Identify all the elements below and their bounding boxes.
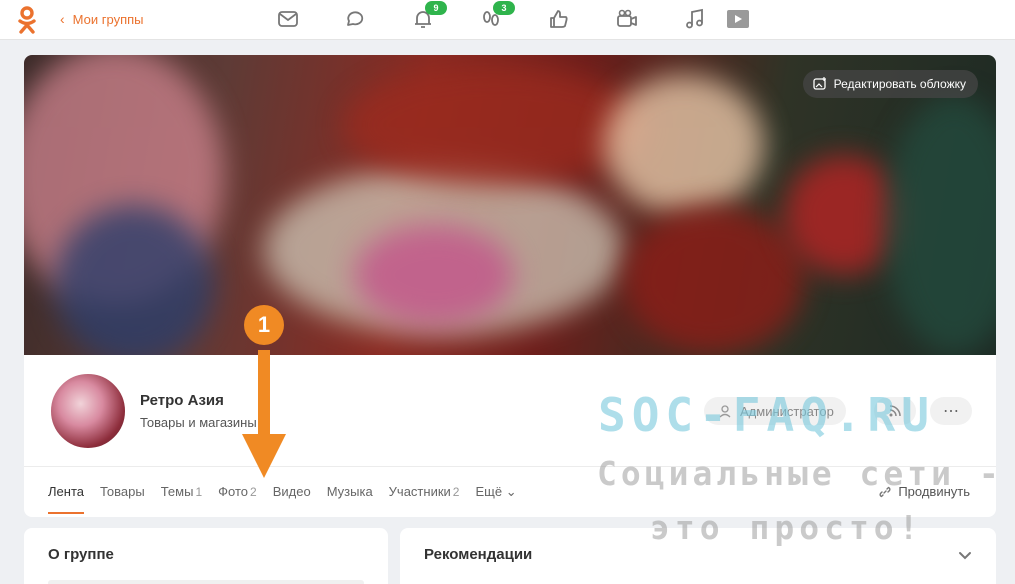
group-avatar[interactable] [48,371,128,451]
thumbs-up-icon[interactable] [547,7,573,33]
top-bar: ‹ Мои группы 9 3 [0,0,1015,40]
recommendations-title: Рекомендации [424,546,533,563]
chevron-left-icon: ‹ [60,11,65,27]
image-edit-icon [813,77,826,90]
about-title: О группе [48,546,114,563]
group-card: Редактировать обложку Ретро Азия Товары … [24,55,996,517]
video-camera-icon[interactable] [615,7,641,33]
watermark-slogan-1: Социальные сети - [597,454,1003,493]
bell-icon[interactable]: 9 [411,1,447,33]
footprints-icon[interactable]: 3 [479,1,515,33]
chat-bubble-icon[interactable] [343,7,369,33]
edit-cover-button[interactable]: Редактировать обложку [802,70,978,98]
chevron-down-icon: ⌄ [505,484,517,499]
odnoklassniki-logo[interactable] [16,6,38,34]
tab-photos[interactable]: Фото 2 [218,484,257,514]
watermark-site: SOC-FAQ.RU [598,388,935,442]
more-dots-icon: ⋯ [943,403,959,420]
guests-badge: 3 [493,1,515,15]
edit-cover-label: Редактировать обложку [833,77,966,91]
notifications-badge: 9 [425,1,447,15]
tab-products[interactable]: Товары [100,484,145,514]
play-icon[interactable] [725,7,751,33]
more-actions-button[interactable]: ⋯ [930,397,972,425]
envelope-icon[interactable] [276,7,302,33]
back-to-my-groups-link[interactable]: ‹ Мои группы [60,11,144,27]
tab-feed[interactable]: Лента [48,484,84,514]
music-note-icon[interactable] [683,7,709,33]
tab-more[interactable]: Ещё ⌄ [475,484,516,514]
about-group-card: О группе [24,528,388,584]
tab-music[interactable]: Музыка [327,484,373,514]
group-name[interactable]: Ретро Азия [140,392,224,409]
back-link-label: Мои группы [72,11,144,27]
annotation-number: 1 [257,312,271,337]
tab-members[interactable]: Участники 2 [389,484,460,514]
group-tabs: Лента Товары Темы 1 Фото 2 Видео Музыка Уч… [48,484,517,514]
tab-topics[interactable]: Темы 1 [161,484,202,514]
watermark-slogan-2: это просто! [650,508,924,547]
cover-image: Редактировать обложку [24,55,996,355]
chevron-down-icon[interactable] [956,546,974,564]
tab-video[interactable]: Видео [273,484,311,514]
about-placeholder [48,580,364,584]
